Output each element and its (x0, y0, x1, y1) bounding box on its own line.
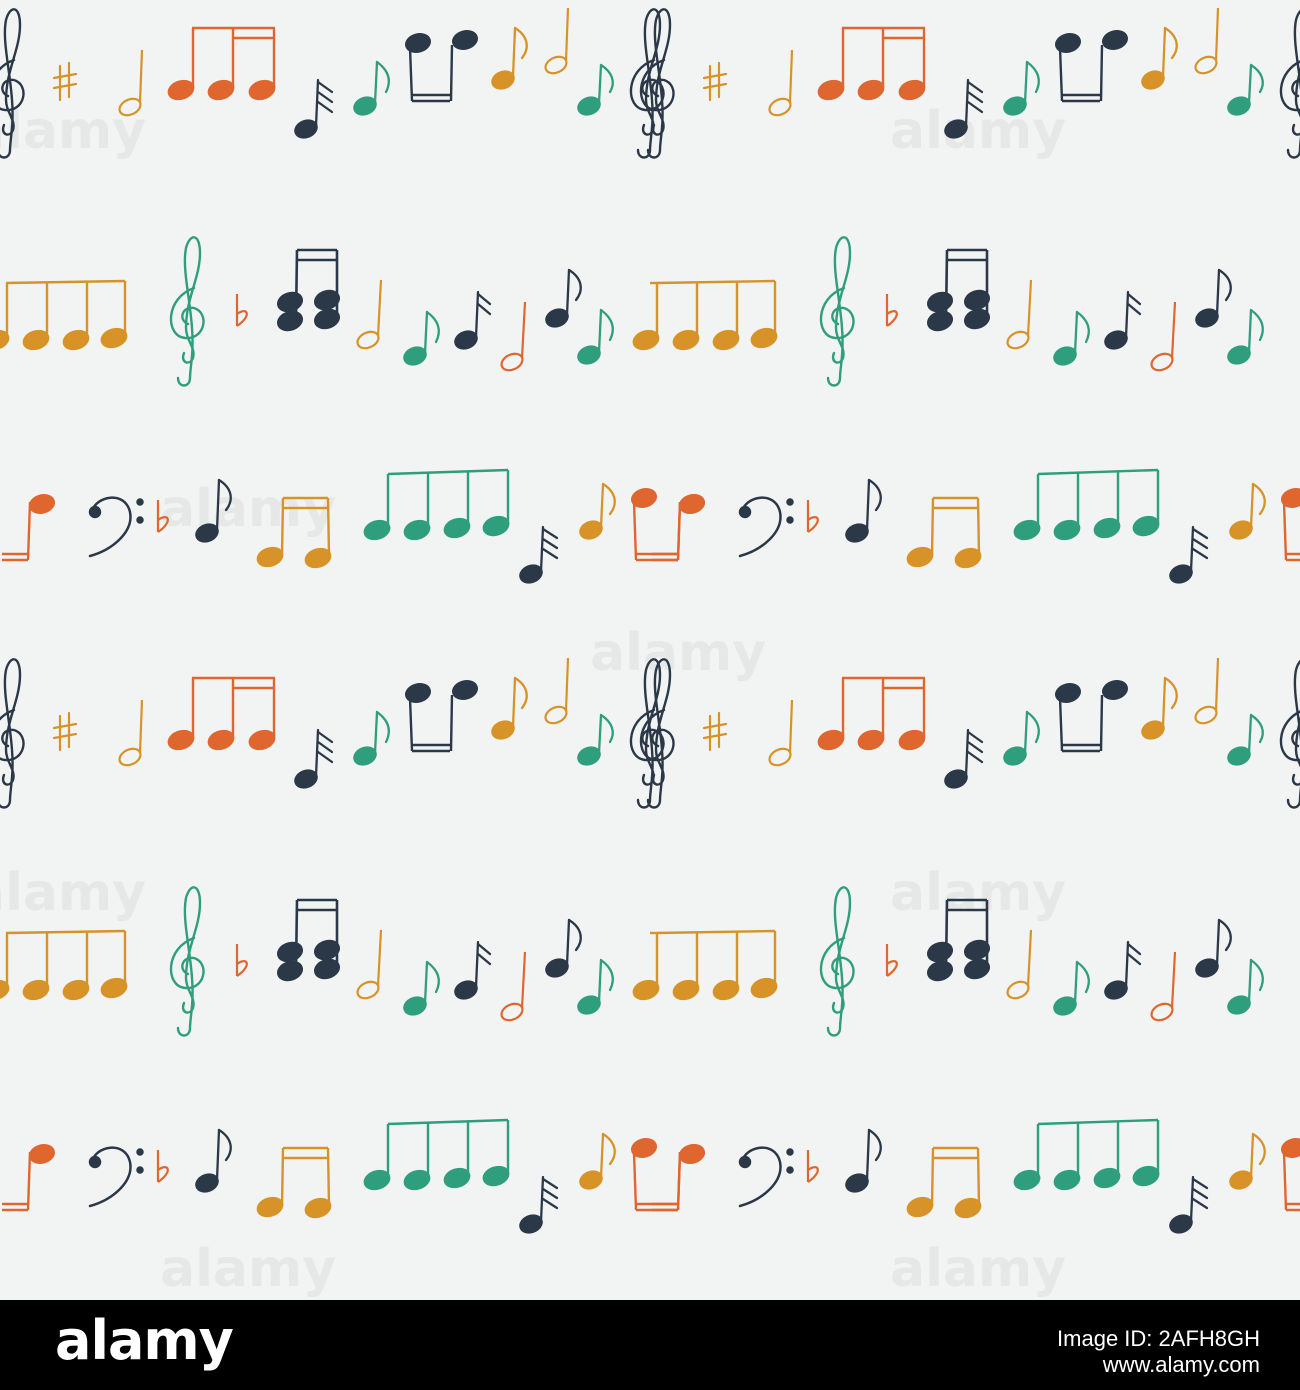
site-url: www.alamy.com (1102, 1352, 1260, 1378)
brand-logo: alamy (55, 1309, 234, 1372)
svg-text:alamy: alamy (0, 101, 146, 161)
watermark-footer-bar: alamy Image ID: 2AFH8GH www.alamy.com (0, 1300, 1300, 1390)
image-id-label: Image ID: 2AFH8GH (1057, 1326, 1260, 1351)
svg-text:alamy: alamy (0, 863, 146, 923)
svg-text:alamy: alamy (160, 1239, 336, 1299)
svg-text:alamy: alamy (890, 1239, 1066, 1299)
music-notes-pattern: alamy alamy alamy alamy alamy alamy alam… (0, 0, 1300, 1300)
image-info: Image ID: 2AFH8GH www.alamy.com (1057, 1326, 1260, 1379)
svg-text:alamy: alamy (590, 623, 766, 683)
image-canvas: alamy alamy alamy alamy alamy alamy alam… (0, 0, 1300, 1390)
svg-text:alamy: alamy (890, 863, 1066, 923)
